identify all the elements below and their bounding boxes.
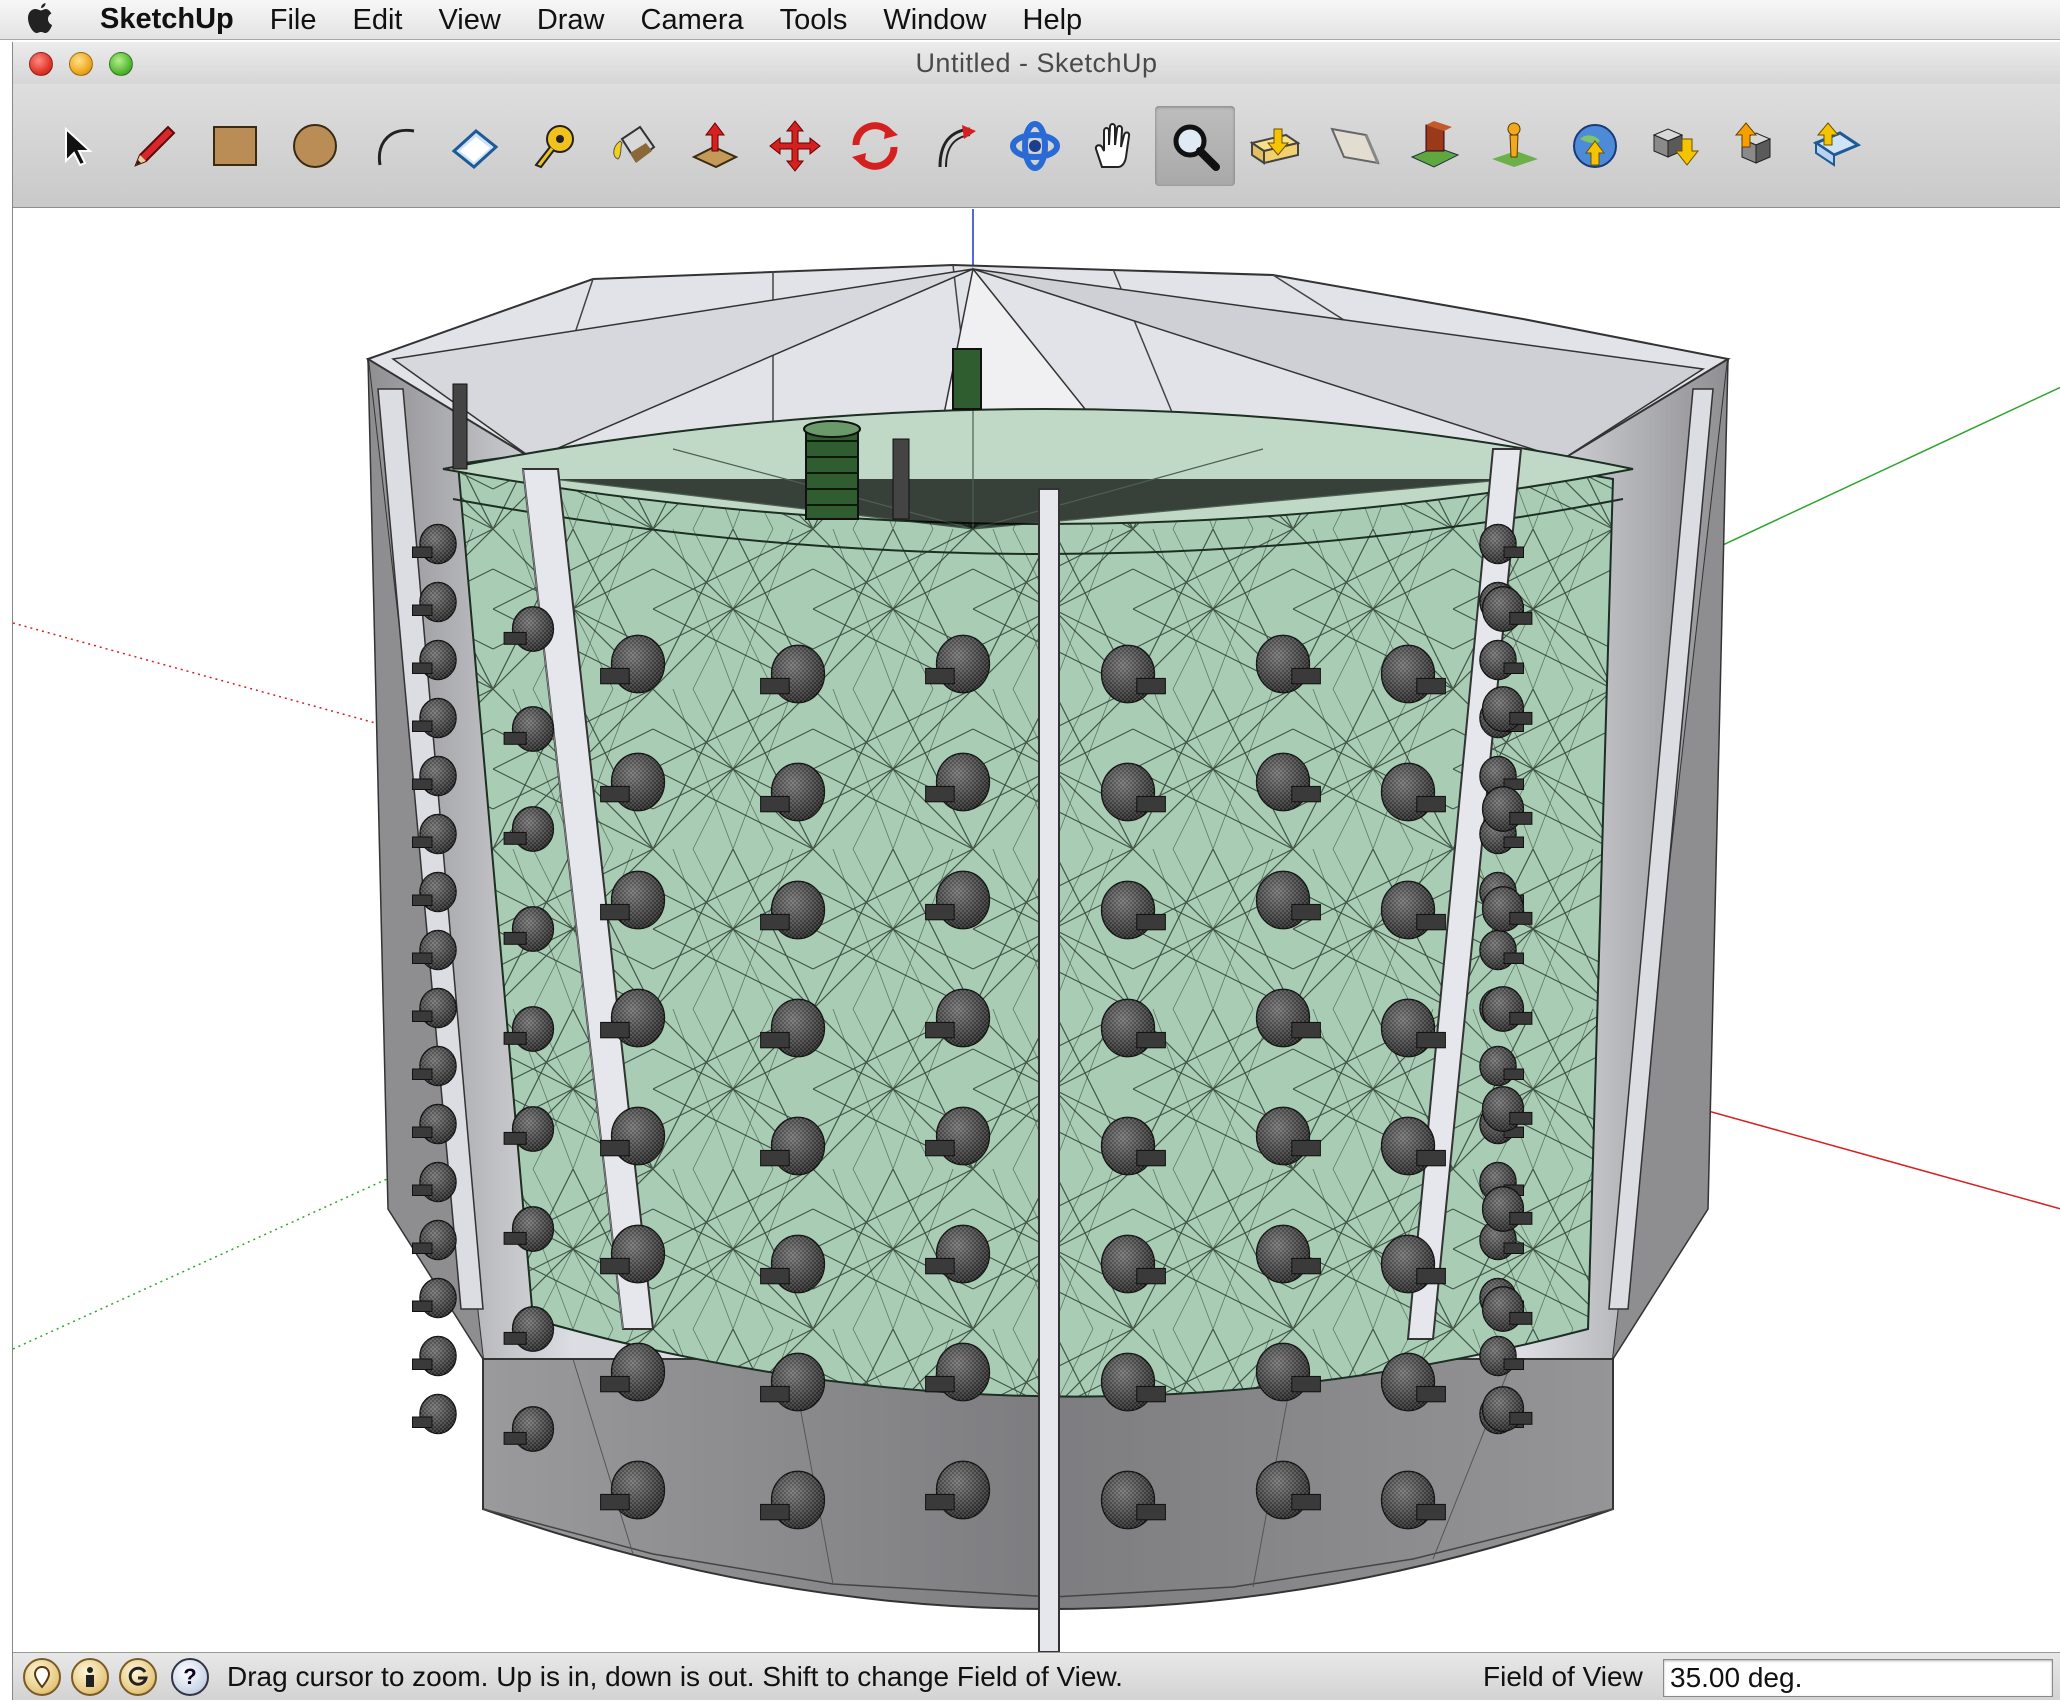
- select-tool[interactable]: [35, 106, 115, 186]
- section-plane-icon: [1330, 127, 1380, 164]
- tape-measure-tool[interactable]: [515, 106, 595, 186]
- push-pull-icon: [691, 121, 739, 168]
- follow-me-icon: [938, 124, 976, 167]
- status-message: Drag cursor to zoom. Up is in, down is o…: [227, 1660, 1123, 1692]
- share-model-icon: [1734, 121, 1772, 164]
- arc-tool[interactable]: [355, 106, 435, 186]
- rotate-tool[interactable]: [835, 106, 915, 186]
- support-panel-center: [1038, 488, 1060, 1652]
- menu-app-name[interactable]: SketchUp: [80, 3, 252, 36]
- sketchup-window: Untitled - SketchUp ? Drag cursor to zoo…: [12, 42, 2060, 1700]
- move-tool[interactable]: [755, 106, 835, 186]
- menu-edit[interactable]: Edit: [335, 0, 421, 40]
- get-photo-texture-tool[interactable]: [1635, 106, 1715, 186]
- pan-tool[interactable]: [1075, 106, 1155, 186]
- arc-icon: [377, 128, 415, 165]
- title-bar[interactable]: Untitled - SketchUp: [13, 42, 2060, 84]
- toolbar: [13, 84, 2060, 208]
- get-models-tool[interactable]: [1235, 106, 1315, 186]
- circle-tool[interactable]: [275, 106, 355, 186]
- menu-tools[interactable]: Tools: [762, 0, 866, 40]
- model-viewport[interactable]: [13, 209, 2060, 1652]
- get-models-icon: [1249, 128, 1301, 165]
- help-icon[interactable]: ?: [171, 1657, 209, 1696]
- menu-draw[interactable]: Draw: [519, 0, 623, 40]
- follow-me-tool[interactable]: [915, 106, 995, 186]
- window-title: Untitled - SketchUp: [915, 48, 1158, 78]
- section-plane-tool[interactable]: [1315, 106, 1395, 186]
- red-axis-dotted: [13, 622, 409, 733]
- rotate-icon: [852, 121, 898, 170]
- menu-bar: SketchUp File Edit View Draw Camera Tool…: [0, 0, 2060, 40]
- zoom-tool[interactable]: [1155, 105, 1235, 186]
- rectangle-tool[interactable]: [195, 106, 275, 186]
- credits-icon[interactable]: [71, 1657, 109, 1696]
- geo-location-icon[interactable]: [23, 1657, 61, 1696]
- status-bar: ? Drag cursor to zoom. Up is in, down is…: [13, 1652, 2060, 1700]
- menu-camera[interactable]: Camera: [623, 0, 762, 40]
- tank-model: [13, 209, 2060, 1652]
- download-models-icon: [1652, 127, 1700, 166]
- share-model-tool[interactable]: [1715, 106, 1795, 186]
- google-icon[interactable]: [119, 1657, 157, 1696]
- measurements-input[interactable]: [1663, 1659, 2053, 1697]
- eraser-icon: [451, 128, 499, 169]
- orbit-icon: [1010, 120, 1060, 171]
- circle-icon: [293, 123, 337, 168]
- google-earth-icon: [1573, 123, 1617, 168]
- rectangle-icon: [213, 125, 257, 166]
- terrain-icon: [1492, 122, 1538, 167]
- preview-google-earth-tool[interactable]: [1555, 106, 1635, 186]
- move-icon: [769, 119, 821, 172]
- menu-file[interactable]: File: [252, 0, 335, 40]
- menu-help[interactable]: Help: [1005, 0, 1101, 40]
- pmt: [412, 1277, 457, 1319]
- menu-window[interactable]: Window: [865, 0, 1004, 40]
- eraser-tool[interactable]: [435, 106, 515, 186]
- add-location-icon: [1410, 120, 1460, 168]
- toggle-terrain-tool[interactable]: [1475, 106, 1555, 186]
- pmt: [412, 1393, 457, 1435]
- pencil-tool[interactable]: [115, 106, 195, 186]
- paint-bucket-tool[interactable]: [595, 106, 675, 186]
- paint-bucket-icon: [613, 125, 656, 163]
- share-component-tool[interactable]: [1795, 106, 1875, 186]
- menu-view[interactable]: View: [420, 0, 518, 40]
- push-pull-tool[interactable]: [675, 106, 755, 186]
- hand-icon: [1094, 122, 1131, 168]
- share-component-icon: [1812, 121, 1862, 167]
- tape-measure-icon: [534, 124, 574, 168]
- magnifier-icon: [1173, 124, 1220, 171]
- pmt: [412, 1335, 457, 1377]
- orbit-tool[interactable]: [995, 106, 1075, 186]
- apple-icon[interactable]: [0, 2, 80, 37]
- vcb-label: Field of View: [1483, 1661, 1643, 1692]
- arrow-cursor-icon: [65, 126, 93, 166]
- pencil-icon: [134, 125, 176, 167]
- add-location-tool[interactable]: [1395, 106, 1475, 186]
